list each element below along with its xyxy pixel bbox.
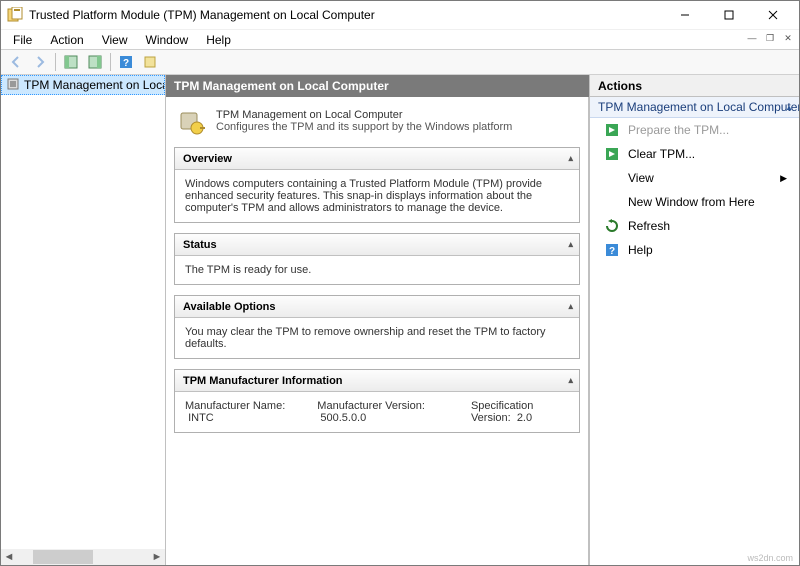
options-heading-label: Available Options <box>183 301 276 313</box>
action-help[interactable]: ? Help <box>590 238 799 262</box>
options-body: You may clear the TPM to remove ownershi… <box>175 318 579 358</box>
tpm-key-icon <box>178 109 206 137</box>
collapse-icon[interactable]: ▲ <box>785 103 793 112</box>
menu-window[interactable]: Window <box>138 31 197 49</box>
properties-button[interactable] <box>84 51 106 73</box>
toolbar-separator <box>55 53 56 71</box>
mmc-window: Trusted Platform Module (TPM) Management… <box>0 0 800 566</box>
action-refresh[interactable]: Refresh <box>590 214 799 238</box>
scroll-thumb[interactable] <box>33 550 93 564</box>
status-body: The TPM is ready for use. <box>175 256 579 284</box>
action-label: Refresh <box>628 219 670 233</box>
action-clear-tpm[interactable]: Clear TPM... <box>590 142 799 166</box>
center-pane: TPM Management on Local Computer TPM Man… <box>166 75 589 565</box>
titlebar: Trusted Platform Module (TPM) Management… <box>1 1 799 29</box>
menu-help[interactable]: Help <box>198 31 239 49</box>
nav-back-button[interactable] <box>5 51 27 73</box>
mfr-name-label: Manufacturer Name: <box>185 400 285 412</box>
menubar: File Action View Window Help — ❐ ✕ <box>1 29 799 49</box>
mdi-minimize-button[interactable]: — <box>743 30 761 46</box>
action-label: Prepare the TPM... <box>628 123 729 137</box>
overview-group: Overview ▴ Windows computers containing … <box>174 147 580 223</box>
svg-text:?: ? <box>609 246 615 257</box>
overview-heading-label: Overview <box>183 153 232 165</box>
actions-heading: Actions <box>590 75 799 97</box>
action-label: View <box>628 171 654 185</box>
horizontal-scrollbar[interactable]: ◄ ► <box>1 549 165 565</box>
center-pane-body: TPM Management on Local Computer Configu… <box>166 97 589 565</box>
blank-icon <box>604 194 620 210</box>
intro-text: TPM Management on Local Computer Configu… <box>216 109 512 133</box>
spec-ver-value: 2.0 <box>517 412 532 424</box>
mdi-restore-button[interactable]: ❐ <box>761 30 779 46</box>
action-prepare-tpm: Prepare the TPM... <box>590 118 799 142</box>
watermark: ws2dn.com <box>747 553 793 563</box>
prepare-icon <box>604 122 620 138</box>
intro-title: TPM Management on Local Computer <box>216 109 512 121</box>
tpm-chip-icon <box>6 77 20 94</box>
nav-forward-button[interactable] <box>29 51 51 73</box>
refresh-icon <box>604 218 620 234</box>
submenu-arrow-icon: ▶ <box>780 173 787 184</box>
collapse-icon[interactable]: ▴ <box>568 239 573 250</box>
mfr-name-value: INTC <box>188 412 214 424</box>
intro-row: TPM Management on Local Computer Configu… <box>174 103 580 147</box>
manufacturer-body: Manufacturer Name: INTC Manufacturer Ver… <box>175 392 579 432</box>
tree-pane: TPM Management on Local Co ◄ ► <box>1 75 166 565</box>
manufacturer-heading-label: TPM Manufacturer Information <box>183 375 343 387</box>
refresh-button[interactable] <box>139 51 161 73</box>
action-view[interactable]: View ▶ <box>590 166 799 190</box>
actions-group-label: TPM Management on Local Computer <box>598 100 799 114</box>
overview-heading[interactable]: Overview ▴ <box>175 148 579 170</box>
manufacturer-group: TPM Manufacturer Information ▴ Manufactu… <box>174 369 580 433</box>
action-new-window[interactable]: New Window from Here <box>590 190 799 214</box>
app-icon <box>7 7 23 23</box>
scroll-right-arrow-icon[interactable]: ► <box>149 549 165 565</box>
mdi-close-button[interactable]: ✕ <box>779 30 797 46</box>
blank-icon <box>604 170 620 186</box>
window-title: Trusted Platform Module (TPM) Management… <box>29 8 663 22</box>
menu-view[interactable]: View <box>94 31 136 49</box>
collapse-icon[interactable]: ▴ <box>568 301 573 312</box>
intro-sub: Configures the TPM and its support by th… <box>216 121 512 133</box>
action-label: New Window from Here <box>628 195 755 209</box>
tree-item-tpm-root[interactable]: TPM Management on Local Co <box>1 75 165 95</box>
scroll-left-arrow-icon[interactable]: ◄ <box>1 549 17 565</box>
mfr-ver-value: 500.5.0.0 <box>320 412 366 424</box>
minimize-button[interactable] <box>663 2 707 28</box>
svg-text:?: ? <box>123 58 129 69</box>
clear-icon <box>604 146 620 162</box>
window-controls <box>663 2 795 28</box>
show-hide-tree-button[interactable] <box>60 51 82 73</box>
center-pane-header: TPM Management on Local Computer <box>166 75 589 97</box>
action-label: Help <box>628 243 653 257</box>
actions-group-heading[interactable]: TPM Management on Local Computer ▲ <box>590 97 799 118</box>
mfr-ver-label: Manufacturer Version: <box>317 400 425 412</box>
close-button[interactable] <box>751 2 795 28</box>
actions-pane: Actions TPM Management on Local Computer… <box>589 75 799 565</box>
help-icon: ? <box>604 242 620 258</box>
menu-action[interactable]: Action <box>42 31 91 49</box>
collapse-icon[interactable]: ▴ <box>568 375 573 386</box>
status-group: Status ▴ The TPM is ready for use. <box>174 233 580 285</box>
menu-file[interactable]: File <box>5 31 40 49</box>
maximize-button[interactable] <box>707 2 751 28</box>
status-heading-label: Status <box>183 239 217 251</box>
action-label: Clear TPM... <box>628 147 695 161</box>
tree-item-label: TPM Management on Local Co <box>24 78 165 92</box>
status-heading[interactable]: Status ▴ <box>175 234 579 256</box>
toolbar: ? <box>1 49 799 75</box>
options-group: Available Options ▴ You may clear the TP… <box>174 295 580 359</box>
mdi-child-controls: — ❐ ✕ <box>743 30 797 46</box>
main-content: TPM Management on Local Co ◄ ► TPM Manag… <box>1 75 799 565</box>
overview-body: Windows computers containing a Trusted P… <box>175 170 579 222</box>
collapse-icon[interactable]: ▴ <box>568 153 573 164</box>
manufacturer-heading[interactable]: TPM Manufacturer Information ▴ <box>175 370 579 392</box>
toolbar-separator <box>110 53 111 71</box>
options-heading[interactable]: Available Options ▴ <box>175 296 579 318</box>
help-button[interactable]: ? <box>115 51 137 73</box>
